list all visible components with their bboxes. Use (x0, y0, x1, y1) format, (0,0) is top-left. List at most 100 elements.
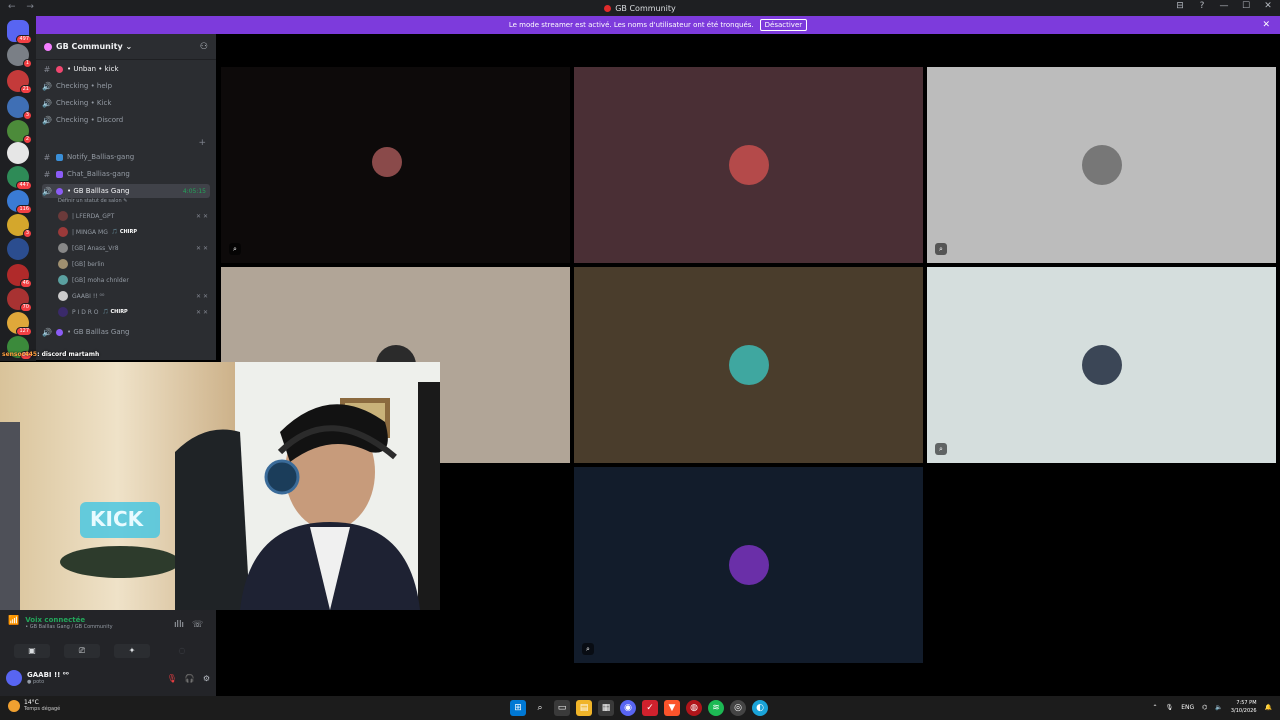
server-icon[interactable]: 46 (7, 264, 32, 288)
server-icon[interactable]: 127 (7, 312, 32, 336)
search-icon[interactable]: ⌕ (532, 700, 548, 716)
screen-share-icon: ⌕ (935, 443, 947, 455)
volume-icon[interactable]: 🔈 (1215, 704, 1222, 711)
video-tile[interactable]: ⌕ (221, 67, 570, 263)
noise-suppression-icon[interactable]: ıllı (174, 620, 184, 630)
close-icon[interactable]: ✕ (1262, 20, 1270, 30)
user-name: GAABI !! ⁰⁰ (27, 671, 69, 679)
channel-chat-ballias-gang[interactable]: # Chat_Ballias-gang (42, 167, 210, 181)
voice-user[interactable]: [GB] berlin (58, 257, 210, 271)
voice-connection-text: Voix connectée • GB Balllas Gang / GB Co… (25, 616, 112, 630)
avatar (58, 259, 68, 269)
minimize-button[interactable]: — (1218, 1, 1230, 11)
voice-user[interactable]: | MINGA MG 🎵 CHIRP (58, 225, 210, 239)
channel-checking-discord[interactable]: 🔊 Checking • Discord (42, 113, 210, 127)
taskbar-apps: ⊞ ⌕ ▭ ▤ ▦ ◉ ✓ ▼ ◍ ≋ ◎ ◐ (510, 700, 768, 716)
channel-unban-kick[interactable]: # • Unban • kick (42, 62, 210, 76)
set-channel-status[interactable]: Définir un statut de salon ✎ (58, 198, 127, 204)
spotify-icon[interactable]: ≋ (708, 700, 724, 716)
app-icon[interactable]: ◍ (686, 700, 702, 716)
inbox-icon[interactable]: ⊟ (1174, 1, 1186, 11)
windows-taskbar: 14°C Temps dégagé ⊞ ⌕ ▭ ▤ ▦ ◉ ✓ ▼ ◍ ≋ ◎ … (0, 696, 1280, 720)
avatar[interactable] (6, 670, 22, 686)
webcam-overlay: KICK (0, 362, 440, 610)
brave-icon[interactable]: ▼ (664, 700, 680, 716)
server-icon-active[interactable] (7, 142, 29, 164)
voice-connection-status: 📶 Voix connectée • GB Balllas Gang / GB … (8, 616, 113, 630)
language-indicator[interactable]: ENG (1181, 704, 1194, 711)
direct-messages-icon[interactable]: 497 (7, 20, 32, 44)
voice-user[interactable]: [GB] Anass_Vr8 ✕✕ (58, 241, 210, 255)
voice-user-name: | MINGA MG (72, 228, 108, 236)
server-icon[interactable]: 21 (7, 70, 32, 94)
server-icon[interactable]: 3 (7, 96, 32, 120)
obs-icon[interactable]: ◎ (730, 700, 746, 716)
server-icon[interactable]: 447 (7, 166, 32, 190)
edge-icon[interactable]: ◐ (752, 700, 768, 716)
server-icon[interactable]: 116 (7, 190, 32, 214)
notification-badge: 70 (19, 303, 32, 312)
close-button[interactable]: ✕ (1262, 1, 1274, 11)
store-icon[interactable]: ▦ (598, 700, 614, 716)
voice-user-name: [GB] moha chnlder (72, 276, 129, 284)
maximize-button[interactable]: ☐ (1240, 1, 1252, 11)
start-icon[interactable]: ⊞ (510, 700, 526, 716)
create-channel-icon[interactable]: + (198, 138, 206, 148)
voice-location-label[interactable]: • GB Balllas Gang / GB Community (25, 624, 112, 630)
clock-time: 7:57 PM (1236, 700, 1257, 706)
server-icon[interactable]: 1 (7, 44, 32, 68)
deafen-icon[interactable]: 🎧 (185, 674, 195, 683)
camera-button[interactable]: ▣ (14, 644, 50, 658)
weather-widget[interactable]: 14°C Temps dégagé (8, 699, 60, 712)
channel-checking-kick[interactable]: 🔊 Checking • Kick (42, 96, 210, 110)
channel-gb-ballias-gang-active[interactable]: 🔊 • GB Balllas Gang 4:05:15 (42, 184, 210, 198)
channel-gb-ballias-gang-2[interactable]: 🔊 • GB Balllas Gang (42, 325, 210, 339)
voice-user[interactable]: | LFERDA_GPT ✕✕ (58, 209, 210, 223)
avatar (58, 211, 68, 221)
notification-badge: 3 (22, 111, 32, 120)
mute-icon[interactable]: 🎙 (167, 674, 177, 683)
system-tray: ⌃ 🎙 ENG ⌬ 🔈 7:57 PM 3/10/2026 🔔 (1153, 699, 1272, 715)
server-icon[interactable]: 70 (7, 288, 32, 312)
notification-bell-icon[interactable]: 🔔 (1265, 704, 1272, 711)
help-icon[interactable]: ? (1196, 1, 1208, 11)
file-explorer-icon[interactable]: ▤ (576, 700, 592, 716)
video-tile[interactable] (574, 67, 923, 263)
chevron-up-icon[interactable]: ⌃ (1153, 704, 1158, 711)
server-icon[interactable] (7, 238, 29, 260)
task-view-icon[interactable]: ▭ (554, 700, 570, 716)
participant-avatar (1081, 345, 1122, 385)
text-channel-icon: # (43, 152, 51, 162)
screen-share-icon: ⌕ (582, 643, 594, 655)
video-tile[interactable]: ⌕ (927, 267, 1276, 463)
voice-user[interactable]: GAABI !! ⁰⁰ ✕✕ (58, 289, 210, 303)
channel-notify-ballias-gang[interactable]: # Notify_Ballias-gang (42, 150, 210, 164)
guild-header[interactable]: GB Community ⌄ ⚇ (36, 34, 216, 60)
video-tile[interactable] (574, 267, 923, 463)
channel-emoji-icon (56, 328, 63, 336)
wifi-icon[interactable]: ⌬ (1202, 704, 1207, 711)
disable-streamer-mode-button[interactable]: Désactiver (759, 19, 808, 31)
notification-badge: 46 (19, 279, 32, 288)
disconnect-icon[interactable]: ☏ (192, 620, 203, 630)
share-screen-button[interactable]: ⎚ (64, 644, 100, 658)
settings-gear-icon[interactable]: ⚙ (203, 674, 210, 683)
video-tile[interactable]: ⌕ (927, 67, 1276, 263)
nav-arrows[interactable]: ← → (8, 2, 38, 12)
user-info[interactable]: GAABI !! ⁰⁰ ● poto (27, 671, 69, 685)
mic-icon[interactable]: 🎙 (1166, 704, 1174, 711)
voice-user[interactable]: [GB] moha chnlder (58, 273, 210, 287)
add-member-icon[interactable]: ⚇ (200, 42, 208, 52)
title-bar: ← → GB Community ⊟ ? — ☐ ✕ (0, 0, 1280, 16)
activities-button[interactable]: ✦ (114, 644, 150, 658)
clock[interactable]: 7:57 PM 3/10/2026 (1231, 699, 1257, 715)
app-icon[interactable]: ✓ (642, 700, 658, 716)
discord-taskbar-icon[interactable]: ◉ (620, 700, 636, 716)
channel-checking-help[interactable]: 🔊 Checking • help (42, 79, 210, 93)
server-icon[interactable]: 3 (7, 214, 32, 238)
soundboard-button[interactable]: ◌ (164, 644, 200, 658)
voice-user[interactable]: P I D R O 🎵 CHIRP ✕✕ (58, 305, 210, 319)
channel-emoji-icon (56, 65, 63, 73)
server-icon[interactable]: 2 (7, 120, 32, 144)
video-tile[interactable]: ⌕ (574, 467, 923, 663)
